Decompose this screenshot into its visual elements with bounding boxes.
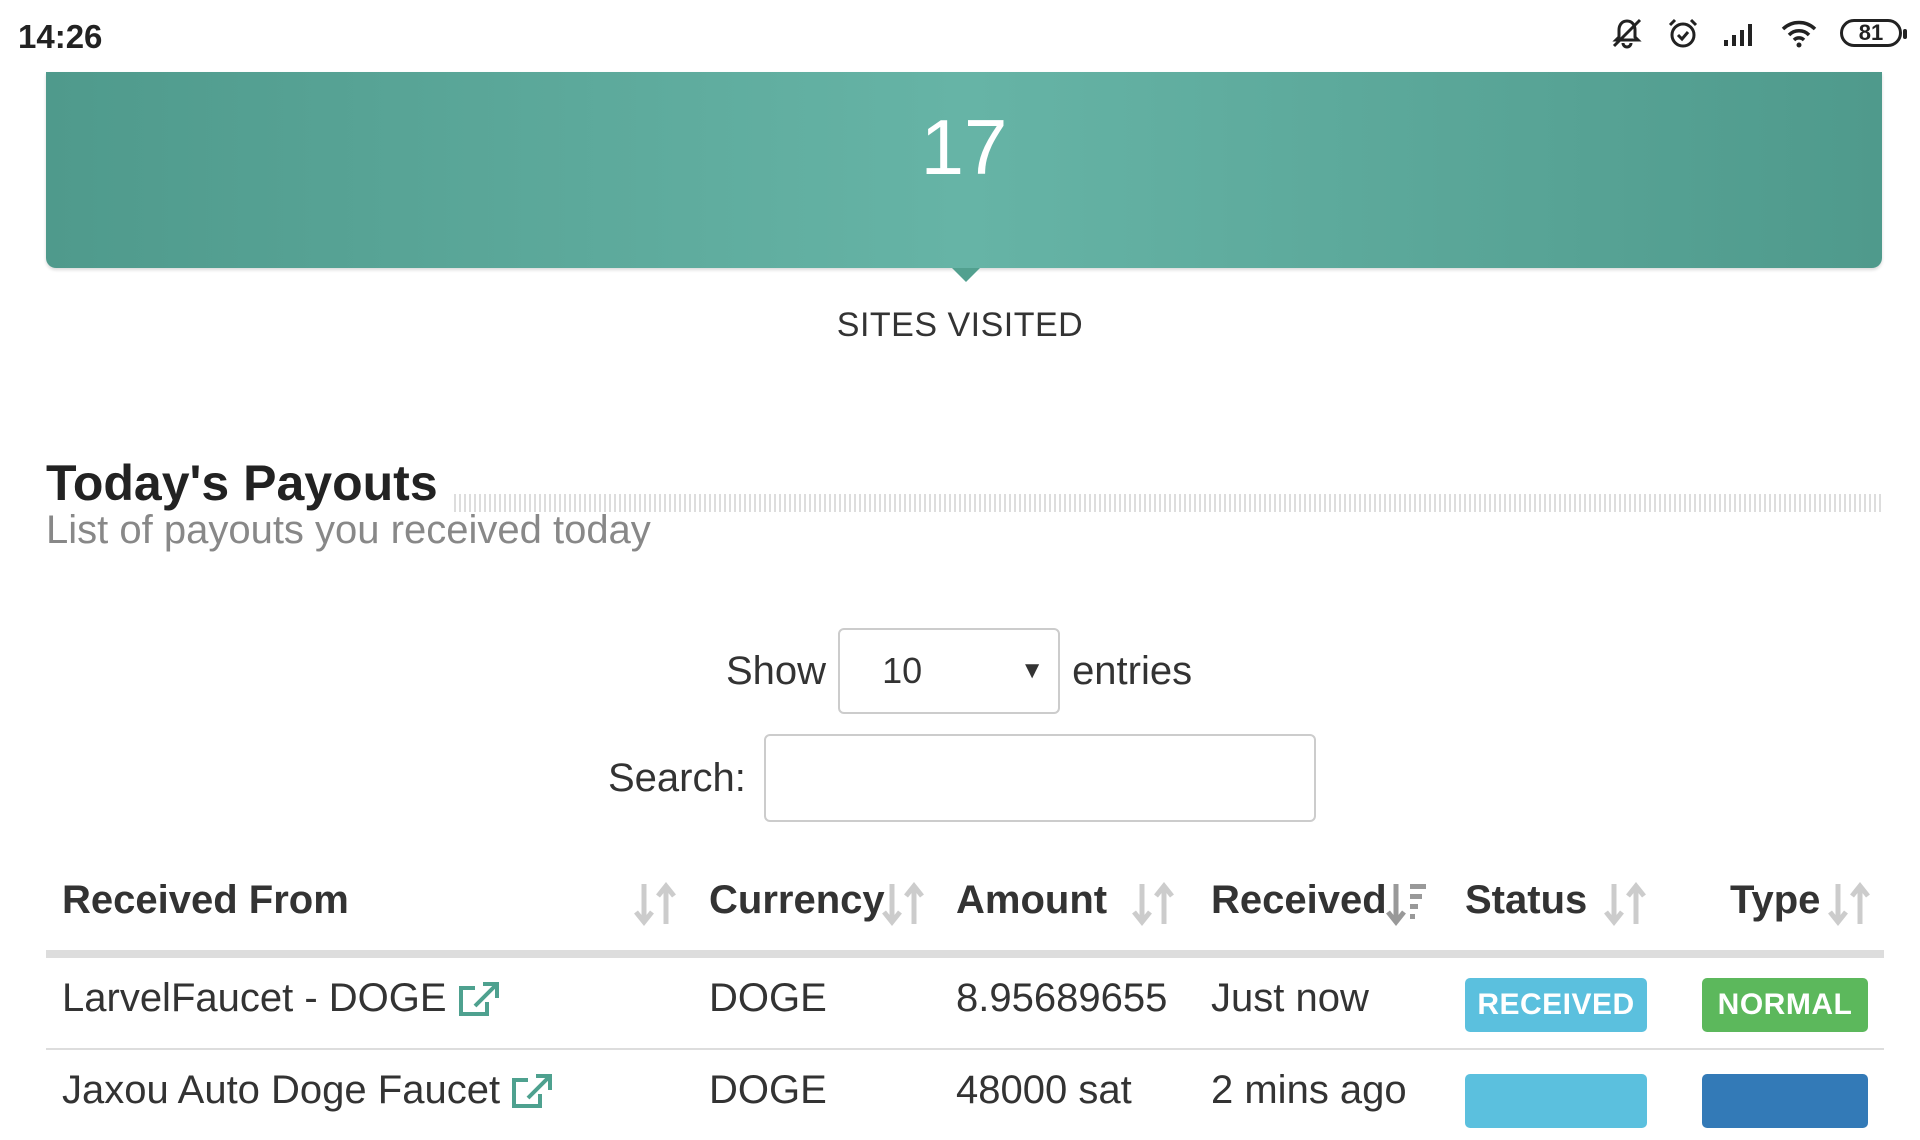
battery-level: 81	[1858, 20, 1884, 45]
received-cell: Just now	[1211, 976, 1369, 1020]
sort-icon[interactable]	[882, 880, 926, 928]
received-cell: 2 mins ago	[1211, 1068, 1407, 1112]
header-type[interactable]: Type	[1730, 878, 1820, 923]
sites-visited-count: 17	[920, 103, 1008, 191]
battery-icon: 81	[1840, 19, 1907, 47]
received-from-cell[interactable]: LarvelFaucet - DOGE	[62, 976, 501, 1021]
received-from-cell[interactable]: Jaxou Auto Doge Faucet	[62, 1068, 554, 1113]
sites-visited-card: 17	[46, 72, 1882, 268]
table-header: Received From Currency Amount Received S…	[46, 860, 1884, 958]
section-divider	[454, 494, 1884, 512]
table-row: Jaxou Auto Doge Faucet DOGE 48000 sat 2 …	[46, 1050, 1884, 1140]
sort-desc-icon[interactable]	[1386, 880, 1430, 928]
stat-pointer	[952, 268, 980, 282]
amount-cell: 8.95689655	[956, 976, 1168, 1020]
payouts-table: Received From Currency Amount Received S…	[46, 860, 1884, 958]
entries-label: entries	[1072, 648, 1193, 693]
currency-cell: DOGE	[709, 1068, 827, 1112]
sort-icon[interactable]	[1604, 880, 1648, 928]
header-currency[interactable]: Currency	[709, 878, 885, 923]
section-subtitle: List of payouts you received today	[46, 508, 651, 552]
received-from-link[interactable]: LarvelFaucet - DOGE	[62, 976, 447, 1020]
sort-icon[interactable]	[634, 880, 678, 928]
search-input[interactable]	[763, 734, 1316, 822]
currency-cell: DOGE	[709, 976, 827, 1020]
search-control: Search:	[608, 734, 1316, 822]
caret-down-icon: ▼	[1020, 657, 1045, 684]
notifications-off-icon	[1612, 18, 1642, 49]
entries-select-value: 10	[882, 650, 923, 691]
external-link-icon[interactable]	[510, 1072, 554, 1112]
type-badge: NORMAL	[1702, 978, 1868, 1032]
entries-select[interactable]: 10 ▼	[838, 628, 1061, 714]
alarm-icon	[1668, 18, 1698, 48]
status-badge	[1465, 1074, 1647, 1128]
header-received[interactable]: Received	[1211, 878, 1387, 923]
entries-length-control: Show 10 ▼ entries	[726, 628, 1192, 714]
show-label: Show	[726, 648, 827, 693]
type-badge	[1702, 1074, 1868, 1128]
status-time: 14:26	[18, 18, 103, 55]
received-from-link[interactable]: Jaxou Auto Doge Faucet	[62, 1068, 500, 1112]
sites-visited-label: SITES VISITED	[836, 306, 1084, 344]
wifi-icon	[1781, 20, 1817, 48]
status-bar: 14:26 81	[0, 0, 1920, 72]
header-amount[interactable]: Amount	[956, 878, 1107, 923]
table-row: LarvelFaucet - DOGE DOGE 8.95689655 Just…	[46, 958, 1884, 1050]
amount-cell: 48000 sat	[956, 1068, 1132, 1112]
search-label: Search:	[608, 755, 746, 800]
header-status[interactable]: Status	[1465, 878, 1587, 923]
header-received-from[interactable]: Received From	[62, 878, 349, 923]
sort-icon[interactable]	[1828, 880, 1872, 928]
status-icons: 81	[1610, 16, 1907, 50]
signal-icon	[1724, 24, 1752, 46]
sort-icon[interactable]	[1132, 880, 1176, 928]
external-link-icon[interactable]	[457, 980, 501, 1020]
status-badge: RECEIVED	[1465, 978, 1647, 1032]
section-title: Today's Payouts	[46, 455, 438, 511]
